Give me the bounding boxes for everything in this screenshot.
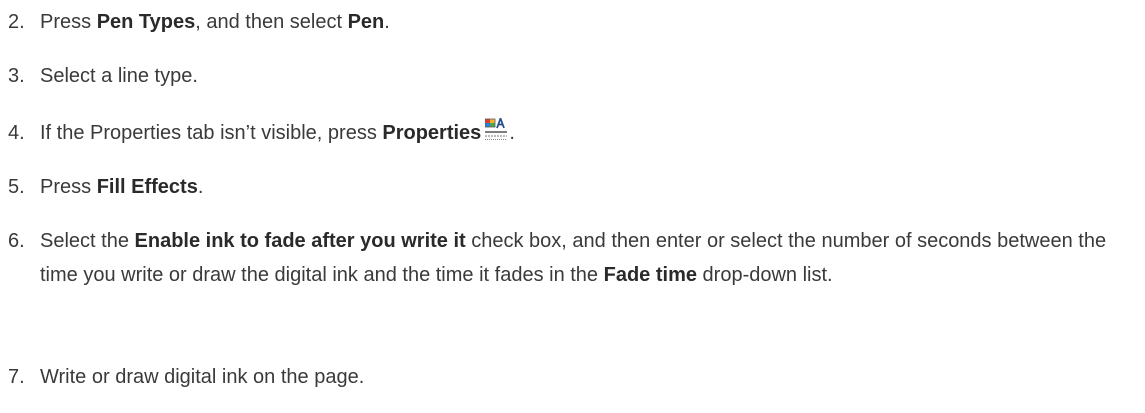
- text-run: , and then select: [195, 11, 348, 33]
- text-run: Press: [40, 11, 97, 33]
- step-text: Select a line type.: [40, 65, 198, 87]
- text-run: .: [384, 11, 390, 33]
- step-number: 5.: [8, 176, 25, 198]
- step-number: 6.: [8, 230, 25, 252]
- text-run: If the Properties tab isn’t visible, pre…: [40, 122, 383, 144]
- properties-icon: [484, 115, 509, 153]
- step-text: Press Pen Types, and then select Pen.: [40, 5, 1128, 39]
- text-run: .: [509, 122, 515, 144]
- text-run: drop-down list.: [696, 264, 833, 286]
- ui-term-properties: Properties: [382, 122, 482, 144]
- ui-term-fill-effects: Fill Effects: [96, 176, 198, 198]
- step-3: 3. Select a line type.: [8, 59, 1128, 93]
- step-number: 3.: [8, 65, 25, 87]
- step-5: 5. Press Fill Effects.: [8, 170, 1128, 204]
- step-number: 7.: [8, 366, 25, 388]
- step-7: 7. Write or draw digital ink on the page…: [8, 360, 1128, 394]
- text-run: Select the: [40, 230, 135, 252]
- step-text: If the Properties tab isn’t visible, pre…: [40, 115, 1128, 153]
- step-2: 2. Press Pen Types, and then select Pen.: [8, 5, 1128, 39]
- text-run: .: [197, 176, 204, 198]
- step-6: 6. Select the Enable ink to fade after y…: [8, 224, 1128, 292]
- step-4: 4. If the Properties tab isn’t visible, …: [8, 115, 1128, 153]
- text-run: Press: [40, 176, 97, 198]
- step-text: Select the Enable ink to fade after you …: [40, 224, 1128, 292]
- ui-term-pen: Pen: [347, 11, 385, 33]
- step-number: 2.: [8, 11, 25, 33]
- ui-term-enable-ink-fade: Enable ink to fade after you write it: [134, 230, 466, 252]
- ui-term-pen-types: Pen Types: [96, 11, 196, 33]
- step-number: 4.: [8, 122, 25, 144]
- step-text: Write or draw digital ink on the page.: [40, 366, 365, 388]
- step-text: Press Fill Effects.: [40, 170, 1128, 204]
- ui-term-fade-time: Fade time: [603, 264, 697, 286]
